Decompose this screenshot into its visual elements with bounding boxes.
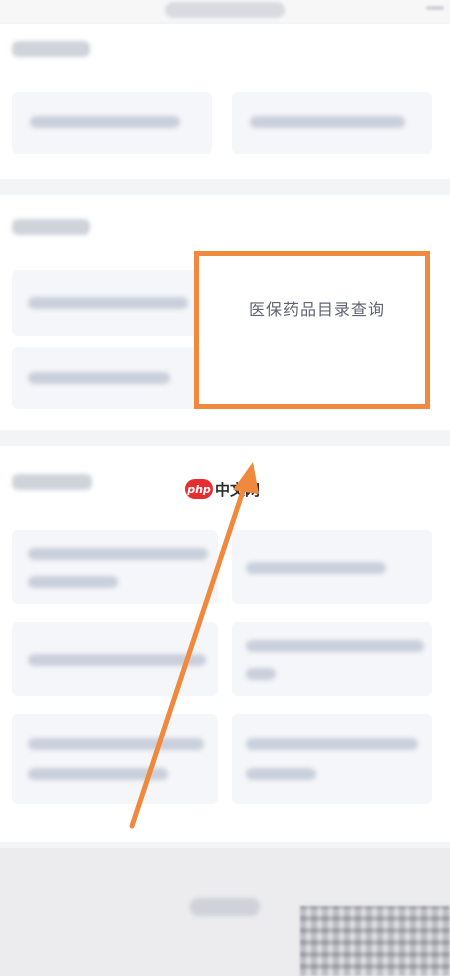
service-tile[interactable] <box>12 270 202 336</box>
watermark-text: 中文网 <box>215 480 261 499</box>
service-tile[interactable] <box>12 530 218 604</box>
service-tile[interactable] <box>232 714 432 804</box>
noise-overlay <box>300 906 450 976</box>
section-3 <box>0 446 450 842</box>
page: 医保药品目录查询 php 中文网 <box>0 0 450 976</box>
service-tile[interactable] <box>12 347 202 409</box>
highlighted-service-box[interactable]: 医保药品目录查询 <box>194 251 430 409</box>
section-1-title-blurred <box>12 41 90 57</box>
section-2-title-blurred <box>12 219 90 235</box>
watermark-logo: php 中文网 <box>185 478 260 500</box>
service-tile[interactable] <box>12 92 212 154</box>
page-title-blurred <box>165 2 285 18</box>
more-icon[interactable] <box>426 6 444 10</box>
watermark-badge: php <box>185 479 213 499</box>
medical-insurance-drug-catalog-link[interactable]: 医保药品目录查询 <box>249 296 385 320</box>
top-bar <box>0 0 450 22</box>
service-tile[interactable] <box>12 714 218 804</box>
service-tile[interactable] <box>12 622 218 696</box>
service-tile[interactable] <box>232 530 432 604</box>
service-tile[interactable] <box>232 622 432 696</box>
section-1 <box>0 24 450 179</box>
service-tile[interactable] <box>232 92 432 154</box>
bottom-button-blurred[interactable] <box>190 898 260 916</box>
section-3-title-blurred <box>12 474 92 490</box>
